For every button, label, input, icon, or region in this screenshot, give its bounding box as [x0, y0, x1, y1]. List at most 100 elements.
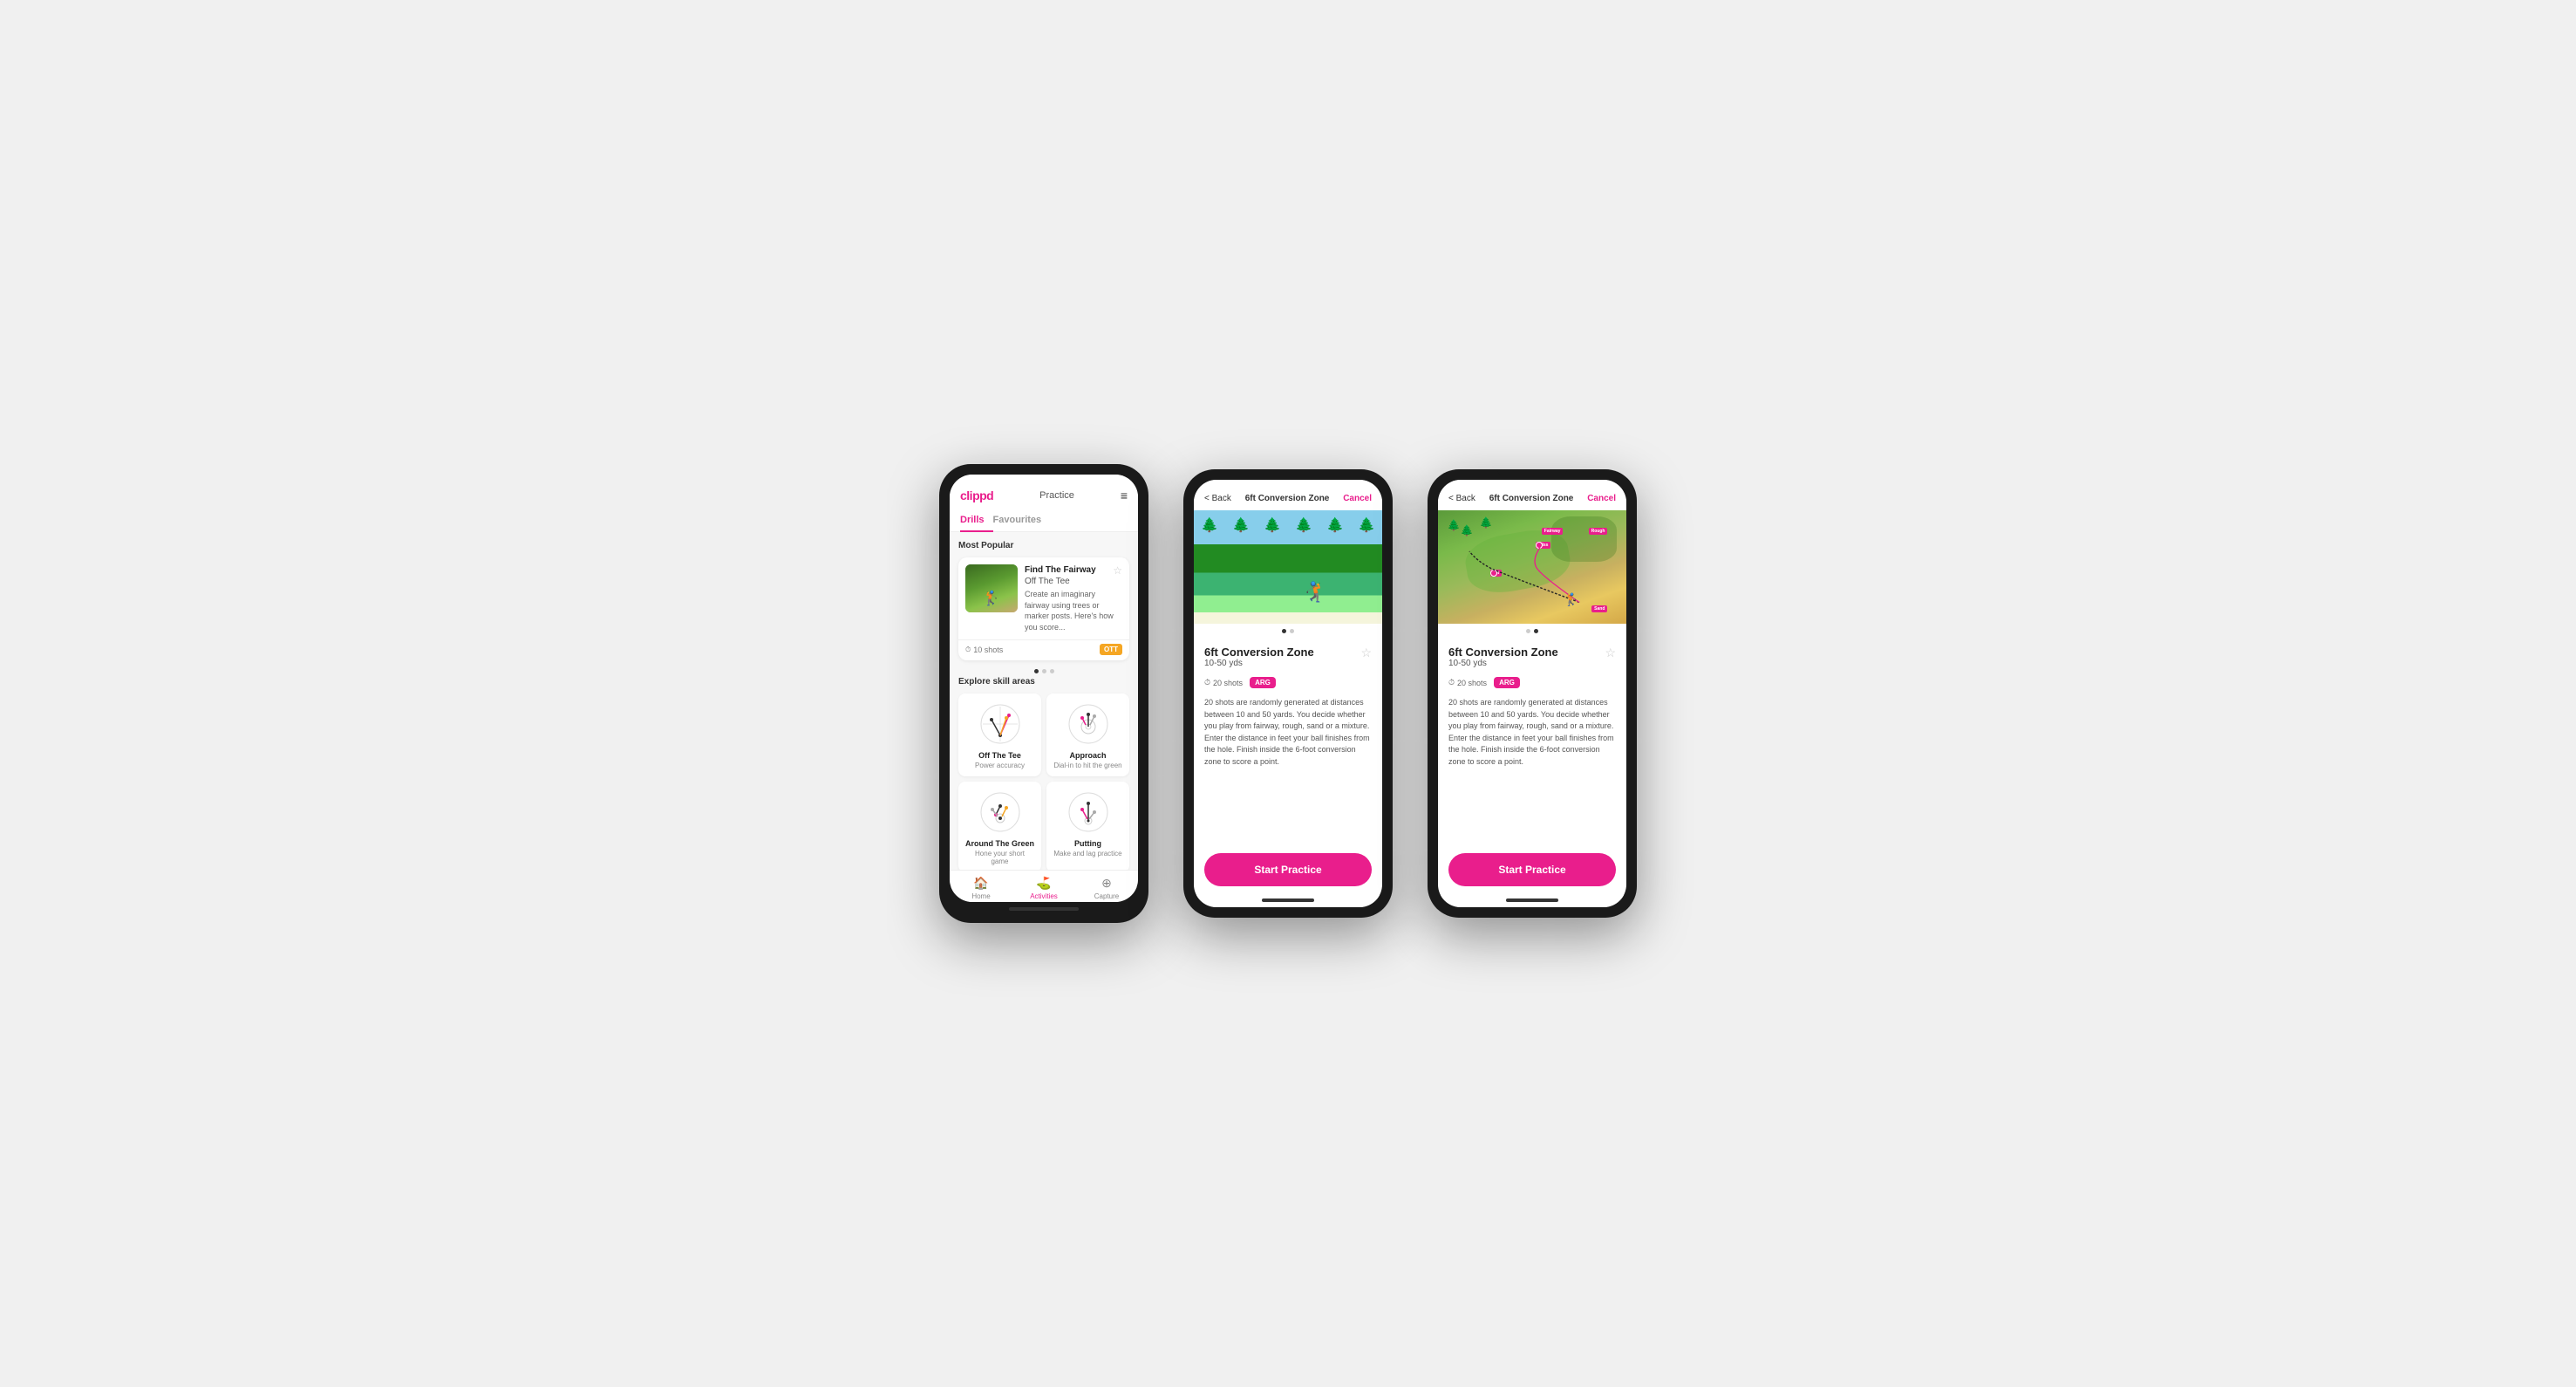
detail-header-2: < Back 6ft Conversion Zone Cancel: [1194, 480, 1382, 510]
detail-title-3: 6ft Conversion Zone: [1489, 494, 1574, 503]
favourite-star-icon[interactable]: ☆: [1113, 564, 1122, 577]
phone-2: < Back 6ft Conversion Zone Cancel 🌲 🌲 🌲 …: [1183, 469, 1393, 918]
drill-tag-2: ARG: [1250, 677, 1276, 688]
shots-count: 10 shots: [973, 646, 1003, 654]
hamburger-icon[interactable]: ≡: [1121, 489, 1128, 502]
dot-1: [1034, 669, 1039, 673]
phone-notch-2: [1253, 469, 1323, 476]
ott-skill-name: Off The Tee: [978, 751, 1021, 760]
featured-card-inner: 🏌️ Find The Fairway Off The Tee ☆ Create…: [958, 557, 1129, 639]
skill-card-atg[interactable]: Around The Green Hone your short game: [958, 782, 1041, 870]
map-tree-2: 🌲: [1461, 524, 1474, 536]
clock-icon: ⏱: [965, 646, 971, 654]
detail-header-3: < Back 6ft Conversion Zone Cancel: [1438, 480, 1626, 510]
tab-drills[interactable]: Drills: [960, 509, 993, 532]
shots-badge-2: ⏱ 20 shots: [1204, 678, 1243, 687]
putting-icon: [1067, 790, 1110, 834]
drill-meta-3: ⏱ 20 shots ARG: [1448, 677, 1616, 688]
start-practice-button-2[interactable]: Start Practice: [1204, 853, 1372, 886]
tree-3: 🌲: [1264, 516, 1281, 534]
tree-1: 🌲: [1201, 516, 1218, 534]
phone-notch: [1009, 464, 1079, 471]
nav-capture-label: Capture: [1094, 892, 1119, 900]
card-footer: ⏱ 10 shots OTT: [958, 639, 1129, 660]
drill-title-3: 6ft Conversion Zone: [1448, 646, 1558, 659]
home-indicator: [1009, 907, 1079, 911]
activities-icon: ⛳: [1036, 876, 1051, 891]
approach-skill-desc: Dial-in to hit the green: [1053, 762, 1121, 769]
tree-2: 🌲: [1232, 516, 1250, 534]
featured-drill-card[interactable]: 🏌️ Find The Fairway Off The Tee ☆ Create…: [958, 557, 1129, 660]
nav-home[interactable]: 🏠 Home: [950, 876, 1012, 900]
bottom-bar-3: [1438, 895, 1626, 907]
atg-icon-area: [978, 790, 1022, 834]
featured-thumbnail: 🏌️: [965, 564, 1018, 612]
favourite-star-3[interactable]: ☆: [1605, 646, 1616, 660]
approach-icon: [1067, 702, 1110, 746]
drill-tag-3: ARG: [1494, 677, 1520, 688]
app-header: clippd Practice ≡: [950, 475, 1138, 509]
img-dot-1: [1282, 629, 1286, 633]
tree-6: 🌲: [1358, 516, 1375, 534]
tree-4: 🌲: [1295, 516, 1312, 534]
cancel-button-2[interactable]: Cancel: [1343, 494, 1372, 503]
phone-3: < Back 6ft Conversion Zone Cancel Fairwa…: [1428, 469, 1637, 918]
drill-range-2: 10-50 yds: [1204, 659, 1314, 668]
image-dots-3: [1438, 624, 1626, 637]
tabs-row: Drills Favourites: [950, 509, 1138, 532]
drill-title-2: 6ft Conversion Zone: [1204, 646, 1314, 659]
nav-capture[interactable]: ⊕ Capture: [1075, 876, 1138, 900]
card-shots: ⏱ 10 shots: [965, 646, 1003, 654]
back-button-3[interactable]: < Back: [1448, 494, 1475, 503]
bottom-nav: 🏠 Home ⛳ Activities ⊕ Capture: [950, 870, 1138, 902]
capture-icon: ⊕: [1101, 876, 1112, 891]
drill-detail-2: 6ft Conversion Zone 10-50 yds ☆ ⏱ 20 sho…: [1194, 637, 1382, 844]
nav-activities[interactable]: ⛳ Activities: [1012, 876, 1075, 900]
drill-description-2: 20 shots are randomly generated at dista…: [1204, 697, 1372, 768]
drill-title-row-2: 6ft Conversion Zone 10-50 yds ☆: [1204, 646, 1372, 673]
carousel-dots: [958, 666, 1129, 677]
clock-icon-3: ⏱: [1448, 678, 1455, 687]
clock-icon-2: ⏱: [1204, 678, 1210, 687]
back-button-2[interactable]: < Back: [1204, 494, 1231, 503]
scroll-content: Most Popular 🏌️ Find The Fairway Off The…: [950, 532, 1138, 870]
nav-title: Practice: [1039, 490, 1074, 501]
image-dots-2: [1194, 624, 1382, 637]
phone-1: clippd Practice ≡ Drills Favourites Most…: [939, 464, 1148, 923]
atg-skill-desc: Hone your short game: [965, 850, 1034, 865]
skill-card-approach[interactable]: Approach Dial-in to hit the green: [1046, 694, 1129, 776]
home-icon: 🏠: [973, 876, 988, 891]
shots-count-3: 20 shots: [1457, 679, 1487, 687]
map-tree-1: 🌲: [1448, 519, 1461, 531]
ott-icon: [978, 702, 1022, 746]
featured-drill-description: Create an imaginary fairway using trees …: [1025, 589, 1122, 632]
explore-label: Explore skill areas: [958, 677, 1129, 687]
ott-icon-area: [978, 702, 1022, 746]
phone-notch-3: [1497, 469, 1567, 476]
skill-card-ott[interactable]: Off The Tee Power accuracy: [958, 694, 1041, 776]
atg-skill-name: Around The Green: [965, 839, 1034, 848]
map-tree-3: 🌲: [1480, 516, 1493, 529]
bottom-bar-2: [1194, 895, 1382, 907]
img-dot-3a: [1526, 629, 1530, 633]
featured-drill-subtitle: Off The Tee: [1025, 576, 1096, 587]
tab-favourites[interactable]: Favourites: [993, 509, 1051, 532]
skill-card-putting[interactable]: Putting Make and lag practice: [1046, 782, 1129, 870]
putting-skill-name: Putting: [1074, 839, 1101, 848]
cancel-button-3[interactable]: Cancel: [1587, 494, 1616, 503]
atg-icon: [978, 790, 1022, 834]
dot-3: [1050, 669, 1054, 673]
golfer-figure: 🏌️: [1302, 581, 1325, 604]
skill-grid: Off The Tee Power accuracy: [958, 694, 1129, 870]
map-golfer-figure: 🏌️: [1564, 592, 1579, 607]
favourite-star-2[interactable]: ☆: [1360, 646, 1372, 660]
ott-skill-desc: Power accuracy: [975, 762, 1025, 769]
dot-2: [1042, 669, 1046, 673]
approach-icon-area: [1067, 702, 1110, 746]
app-logo: clippd: [960, 489, 993, 502]
drill-map: Fairway Rough Sand Hit Miss 🏌️ 🌲 🌲: [1438, 510, 1626, 624]
start-practice-button-3[interactable]: Start Practice: [1448, 853, 1616, 886]
img-dot-3b: [1534, 629, 1538, 633]
featured-info: Find The Fairway Off The Tee ☆ Create an…: [1025, 564, 1122, 632]
phone-3-screen: < Back 6ft Conversion Zone Cancel Fairwa…: [1438, 480, 1626, 907]
